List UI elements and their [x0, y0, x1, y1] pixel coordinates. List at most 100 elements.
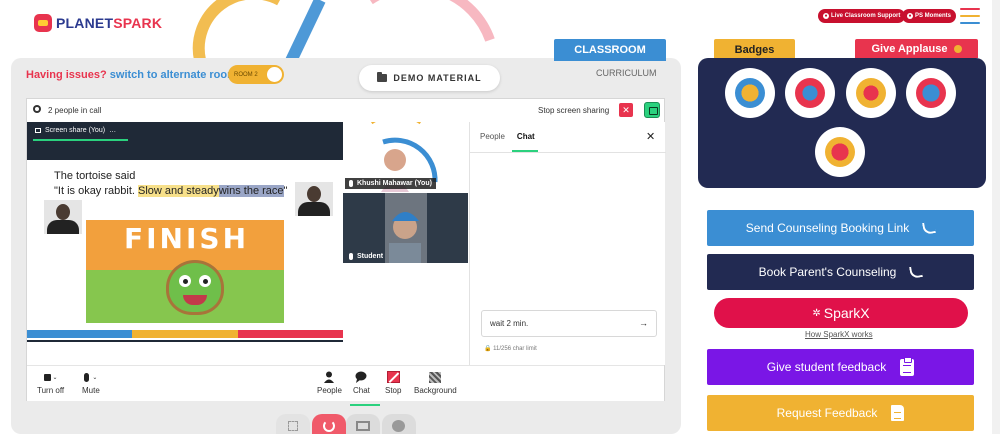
active-tab-indicator [33, 139, 128, 141]
folder-icon [377, 72, 388, 82]
settings-icon[interactable] [33, 105, 41, 113]
people-button[interactable]: People [317, 371, 342, 395]
screen-icon [35, 128, 41, 133]
video-call-window: 2 people in call Stop screen sharing ✕ S… [26, 98, 666, 406]
screen-share-tab[interactable]: Screen share (You) … [35, 127, 116, 134]
sparkx-button[interactable]: ✲ SparkX [714, 298, 968, 328]
give-applause-label: Give Applause [871, 42, 948, 55]
info-icon: ● [823, 13, 829, 19]
background-button[interactable]: Background [414, 371, 457, 395]
tortoise-illustration [166, 260, 224, 315]
chat-input-value: wait 2 min. [490, 319, 529, 328]
stop-screen-icon [386, 371, 400, 383]
tab-classroom[interactable]: CLASSROOM [554, 39, 666, 61]
badge-hands-icon[interactable] [785, 68, 835, 118]
slide-color-bar [27, 330, 343, 338]
fullscreen-icon [288, 421, 298, 431]
palette-icon [392, 420, 405, 432]
participant-name: Student [357, 253, 384, 260]
document-icon [891, 405, 905, 421]
finish-banner: FINISH [124, 222, 249, 255]
close-icon[interactable]: ✕ [646, 130, 655, 143]
tab-chat[interactable]: Chat [517, 132, 535, 141]
badge-star-icon[interactable] [846, 68, 896, 118]
badge-trophy-icon[interactable] [725, 68, 775, 118]
ps-moments-button[interactable]: ● PS Moments [902, 9, 957, 23]
live-classroom-support-button[interactable]: ● Live Classroom Support [818, 9, 906, 23]
people-in-call-count: 2 people in call [48, 106, 102, 115]
slide-text: The tortoise said "It is okay rabbit. Sl… [54, 169, 287, 199]
phone-icon [922, 221, 937, 235]
whiteboard-button[interactable] [382, 414, 416, 434]
teacher-avatar-left [44, 200, 82, 234]
chat-message-input[interactable]: wait 2 min. → [481, 310, 657, 337]
clipboard-icon [900, 356, 915, 376]
how-sparkx-works-link[interactable]: How SparkX works [805, 330, 873, 339]
give-student-feedback-button[interactable]: Give student feedback [707, 349, 974, 385]
demo-material-label: DEMO MATERIAL [393, 73, 482, 83]
char-limit-counter: 🔒 11/256 char limit [484, 345, 537, 352]
screen-share-area: Screen share (You) … The tortoise said "… [27, 122, 343, 342]
participant-tile-student[interactable]: Student [343, 193, 468, 263]
give-applause-button[interactable]: Give Applause [855, 39, 978, 58]
background-label: Background [414, 386, 457, 395]
lock-icon: 🔒 [484, 346, 492, 352]
turn-off-label: Turn off [37, 386, 65, 395]
book-parent-counseling-button[interactable]: Book Parent's Counseling [707, 254, 974, 290]
stop-sharing-close-icon[interactable]: ✕ [619, 103, 633, 117]
send-arrow-icon[interactable]: → [639, 318, 648, 328]
switch-room-link[interactable]: switch to alternate room [110, 69, 237, 81]
request-feedback-button[interactable]: Request Feedback [707, 395, 974, 431]
char-limit-text: 11/256 char limit [493, 346, 537, 352]
stop-share-button[interactable]: Stop [385, 371, 401, 395]
chat-bubble-icon [354, 371, 368, 383]
mic-icon [349, 253, 353, 260]
people-label: People [317, 386, 342, 395]
stop-label: Stop [385, 386, 402, 395]
chat-active-indicator [350, 404, 380, 406]
teacher-avatar-right [295, 182, 333, 216]
participant-tile-you[interactable]: Khushi Mahawar (You) [343, 122, 468, 192]
tab-badges[interactable]: Badges [714, 39, 795, 60]
logo-text-spark: SPARK [113, 15, 163, 31]
monitor-icon [356, 421, 370, 431]
fullscreen-button[interactable] [276, 414, 310, 434]
menu-icon[interactable] [960, 8, 980, 24]
planetspark-logo-icon [34, 14, 52, 32]
person-icon [322, 371, 336, 383]
call-header: 2 people in call Stop screen sharing ✕ [27, 99, 664, 121]
stop-screen-sharing-label: Stop screen sharing [538, 106, 610, 115]
issues-text: Having issues? [26, 69, 107, 81]
slide-line-2: "It is okay rabbit. Slow and steadywins … [54, 184, 287, 199]
screen-share-label: Screen share (You) [45, 127, 106, 134]
tab-curriculum[interactable]: CURRICULUM [596, 68, 657, 78]
camera-toggle-button[interactable]: ⌄ Turn off [37, 371, 64, 395]
mute-label: Mute [82, 386, 100, 395]
chat-button[interactable]: Chat [350, 371, 380, 406]
chat-label: Chat [353, 386, 370, 395]
demo-material-button[interactable]: DEMO MATERIAL [359, 65, 500, 91]
toggle-knob [267, 67, 282, 82]
badge-creative-icon[interactable] [815, 127, 865, 177]
mute-button[interactable]: ⌄ Mute [82, 371, 100, 395]
more-options-icon[interactable]: … [109, 127, 116, 134]
send-counseling-link-button[interactable]: Send Counseling Booking Link [707, 210, 974, 246]
end-call-button[interactable] [312, 414, 346, 434]
highlight-wins-the-race: wins the race [218, 185, 284, 197]
tab-people[interactable]: People [480, 132, 505, 141]
slide-line-1: The tortoise said [54, 170, 136, 182]
badge-idea-icon[interactable] [906, 68, 956, 118]
sparkx-label: SparkX [823, 305, 870, 321]
share-screen-icon[interactable] [644, 102, 660, 118]
moments-icon: ● [907, 13, 913, 19]
planetspark-logo[interactable]: PLANETSPARK [34, 14, 162, 32]
screen-button[interactable] [346, 414, 380, 434]
room-toggle[interactable]: ROOM 2 [228, 65, 284, 84]
participant-name: Khushi Mahawar (You) [357, 180, 432, 187]
issues-message: Having issues? switch to alternate room [26, 69, 237, 81]
give-feedback-label: Give student feedback [766, 360, 887, 374]
book-parent-label: Book Parent's Counseling [758, 265, 897, 279]
camera-icon: ⌄ [43, 371, 58, 383]
page-scrollbar[interactable] [992, 0, 1000, 434]
highlight-slow-and-steady: Slow and steady [138, 185, 219, 197]
